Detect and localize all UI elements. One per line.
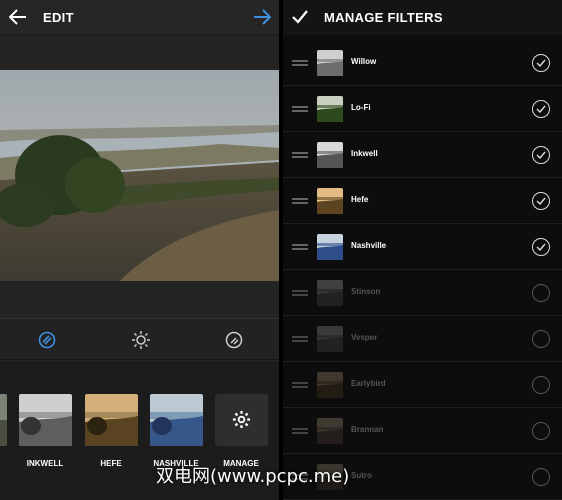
filter-row[interactable]: Vesper xyxy=(283,316,562,362)
drag-handle-icon[interactable] xyxy=(292,106,308,112)
filter-thumbnail xyxy=(317,326,343,352)
filter-thumb-partial[interactable] xyxy=(0,394,7,446)
filter-thumbnail xyxy=(317,418,343,444)
filter-row[interactable]: Willow xyxy=(283,40,562,86)
filter-name: Hefe xyxy=(351,195,369,204)
drag-handle-icon[interactable] xyxy=(292,152,308,158)
filter-thumbnail xyxy=(317,188,343,214)
filter-name: Lo-Fi xyxy=(351,103,371,112)
manage-filters-screen: MANAGE FILTERS Willow Lo-Fi Inkwell Hefe Nas… xyxy=(283,0,562,500)
filter-name: Vesper xyxy=(351,333,378,342)
back-arrow-icon[interactable] xyxy=(9,9,27,25)
filter-name: Inkwell xyxy=(351,149,378,158)
unchecked-circle-icon[interactable] xyxy=(532,330,550,348)
adjust-tool-icon[interactable] xyxy=(225,331,243,349)
page-title: EDIT xyxy=(43,10,74,25)
checked-circle-icon[interactable] xyxy=(532,192,550,210)
filter-thumbnail xyxy=(317,142,343,168)
filter-name: Nashville xyxy=(351,241,387,250)
filter-thumb-inkwell[interactable] xyxy=(19,394,72,446)
tool-bar xyxy=(0,318,279,360)
manage-top-bar: MANAGE FILTERS xyxy=(283,0,562,35)
filter-row[interactable]: Stinson xyxy=(283,270,562,316)
filter-row[interactable]: Earlybird xyxy=(283,362,562,408)
checked-circle-icon[interactable] xyxy=(532,100,550,118)
gear-icon xyxy=(232,410,251,429)
drag-handle-icon[interactable] xyxy=(292,428,308,434)
edit-screen: EDIT INKWELL HEFE NASHVILLE MANAGE xyxy=(0,0,279,500)
filter-name: Sutro xyxy=(351,471,372,480)
filter-label-hefe: HEFE xyxy=(100,459,122,468)
page-title: MANAGE FILTERS xyxy=(324,10,443,25)
filter-thumb-nashville[interactable] xyxy=(150,394,203,446)
drag-handle-icon[interactable] xyxy=(292,382,308,388)
drag-handle-icon[interactable] xyxy=(292,198,308,204)
drag-handle-icon[interactable] xyxy=(292,60,308,66)
filter-label-inkwell: INKWELL xyxy=(26,459,64,468)
watermark: 双电网(www.pcpc.me) xyxy=(156,466,350,487)
unchecked-circle-icon[interactable] xyxy=(532,284,550,302)
checked-circle-icon[interactable] xyxy=(532,54,550,72)
filter-row[interactable]: Brannan xyxy=(283,408,562,454)
unchecked-circle-icon[interactable] xyxy=(532,422,550,440)
filter-thumbnail xyxy=(317,372,343,398)
done-check-icon[interactable] xyxy=(292,10,308,24)
lux-tool-icon[interactable] xyxy=(131,330,151,350)
unchecked-circle-icon[interactable] xyxy=(532,376,550,394)
checked-circle-icon[interactable] xyxy=(532,238,550,256)
filter-name: Stinson xyxy=(351,287,381,296)
filter-name: Willow xyxy=(351,57,377,66)
unchecked-circle-icon[interactable] xyxy=(532,468,550,486)
filter-name: Brannan xyxy=(351,425,384,434)
filter-row[interactable]: Inkwell xyxy=(283,132,562,178)
filter-tool-icon[interactable] xyxy=(38,331,56,349)
manage-filters-button[interactable] xyxy=(215,394,268,446)
drag-handle-icon[interactable] xyxy=(292,290,308,296)
filter-thumb-hefe[interactable] xyxy=(85,394,138,446)
next-arrow-icon[interactable] xyxy=(253,9,271,25)
filter-thumbnail xyxy=(317,50,343,76)
checked-circle-icon[interactable] xyxy=(532,146,550,164)
drag-handle-icon[interactable] xyxy=(292,336,308,342)
filter-name: Earlybird xyxy=(351,379,386,388)
filter-row[interactable]: Lo-Fi xyxy=(283,86,562,132)
filter-thumbnail xyxy=(317,234,343,260)
filter-row[interactable]: Hefe xyxy=(283,178,562,224)
filter-thumbnail xyxy=(317,96,343,122)
filter-row[interactable]: Nashville xyxy=(283,224,562,270)
photo-preview xyxy=(0,70,279,281)
filter-thumbnail xyxy=(317,280,343,306)
drag-handle-icon[interactable] xyxy=(292,244,308,250)
edit-top-bar: EDIT xyxy=(0,0,279,35)
